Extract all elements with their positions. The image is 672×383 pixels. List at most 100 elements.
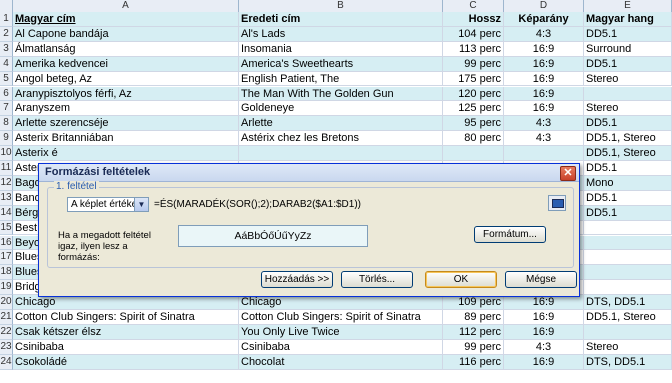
row-number[interactable]: 18: [0, 265, 13, 281]
cell-d[interactable]: 4:3: [504, 339, 584, 355]
format-button[interactable]: Formátum...: [474, 226, 546, 243]
cell-e[interactable]: [584, 250, 672, 266]
cell-b[interactable]: Arlette: [239, 116, 443, 132]
column-header-b[interactable]: B: [239, 0, 443, 12]
add-button[interactable]: Hozzáadás >>: [261, 271, 333, 288]
column-header-d[interactable]: D: [504, 0, 584, 12]
table-row[interactable]: 3 Álmatlanság Insomania 113 perc 16:9 Surroun…: [0, 41, 672, 57]
row-number[interactable]: 7: [0, 101, 13, 117]
cell-a[interactable]: Álmatlanság: [13, 41, 239, 57]
cell-c[interactable]: Hossz: [443, 12, 504, 27]
ok-button[interactable]: OK: [425, 271, 497, 288]
cancel-button[interactable]: Mégse: [505, 271, 577, 288]
cell-c[interactable]: 99 perc: [443, 339, 504, 355]
cell-b[interactable]: [239, 146, 443, 161]
cell-e[interactable]: DD5.1, Stereo: [584, 146, 672, 161]
cell-e[interactable]: DD5.1: [584, 26, 672, 42]
cell-e[interactable]: Stereo: [584, 101, 672, 117]
cell-c[interactable]: 104 perc: [443, 26, 504, 42]
cell-e[interactable]: Stereo: [584, 339, 672, 355]
table-row[interactable]: 8 Arlette szerencséje Arlette 95 perc 4:3 DD5…: [0, 116, 672, 132]
cell-e[interactable]: Stereo: [584, 71, 672, 87]
cell-e[interactable]: [584, 324, 672, 340]
cell-b[interactable]: Eredeti cím: [239, 12, 443, 27]
cell-c[interactable]: 89 perc: [443, 310, 504, 325]
column-header-c[interactable]: C: [443, 0, 504, 12]
cell-e[interactable]: DD5.1: [584, 116, 672, 132]
close-icon[interactable]: ✕: [560, 166, 576, 181]
cell-c[interactable]: 113 perc: [443, 41, 504, 57]
range-picker-icon[interactable]: [548, 195, 566, 211]
cell-b[interactable]: Insomania: [239, 41, 443, 57]
cell-b[interactable]: Chocolat: [239, 354, 443, 370]
cell-c[interactable]: 116 perc: [443, 354, 504, 370]
cell-a[interactable]: Chicago: [13, 295, 239, 310]
cell-e[interactable]: DTS, DD5.1: [584, 354, 672, 370]
row-number[interactable]: 16: [0, 235, 13, 251]
cell-e[interactable]: DD5.1: [584, 161, 672, 176]
cell-e[interactable]: [584, 86, 672, 102]
row-number[interactable]: 6: [0, 86, 13, 102]
cell-b[interactable]: Al's Lads: [239, 26, 443, 42]
cell-d[interactable]: 16:9: [504, 56, 584, 72]
cell-b[interactable]: The Man With The Golden Gun: [239, 86, 443, 102]
row-number[interactable]: 10: [0, 146, 13, 161]
chevron-down-icon[interactable]: ▼: [134, 198, 148, 211]
header-row[interactable]: 1 Magyar cím Eredeti cím Hossz Képarány Magya…: [0, 12, 672, 27]
cell-d[interactable]: 16:9: [504, 295, 584, 310]
table-row[interactable]: 7 Aranyszem Goldeneye 125 perc 16:9 Stereo: [0, 101, 672, 117]
table-row[interactable]: 4 Amerika kedvencei America's Sweethearts 9…: [0, 56, 672, 72]
cell-a[interactable]: Magyar cím: [13, 12, 239, 27]
cell-a[interactable]: Asterix Britanniában: [13, 131, 239, 147]
cell-e[interactable]: DD5.1, Stereo: [584, 310, 672, 325]
cell-a[interactable]: Angol beteg, Az: [13, 71, 239, 87]
row-number[interactable]: 8: [0, 116, 13, 132]
cell-a[interactable]: Aranypisztolyos férfi, Az: [13, 86, 239, 102]
cell-e[interactable]: DD5.1: [584, 190, 672, 206]
row-number[interactable]: 19: [0, 280, 13, 296]
row-number[interactable]: 3: [0, 41, 13, 57]
row-number[interactable]: 15: [0, 220, 13, 236]
row-number[interactable]: 24: [0, 354, 13, 370]
cell-a[interactable]: Arlette szerencséje: [13, 116, 239, 132]
cell-a[interactable]: Csak kétszer élsz: [13, 324, 239, 340]
table-row[interactable]: 10 Asterix é DD5.1, Stereo: [0, 146, 672, 161]
cell-a[interactable]: Cotton Club Singers: Spirit of Sinatra: [13, 310, 239, 325]
cell-b[interactable]: Chicago: [239, 295, 443, 310]
cell-d[interactable]: 16:9: [504, 86, 584, 102]
cell-a[interactable]: Csokoládé: [13, 354, 239, 370]
cell-a[interactable]: Csinibaba: [13, 339, 239, 355]
cell-b[interactable]: Astérix chez les Bretons: [239, 131, 443, 147]
table-row[interactable]: 20 Chicago Chicago 109 perc 16:9 DTS, DD5.1: [0, 295, 672, 310]
cell-c[interactable]: 175 perc: [443, 71, 504, 87]
cell-d[interactable]: 16:9: [504, 354, 584, 370]
cell-c[interactable]: 95 perc: [443, 116, 504, 132]
table-row[interactable]: 22 Csak kétszer élsz You Only Live Twice 11…: [0, 324, 672, 340]
cell-e[interactable]: [584, 280, 672, 296]
cell-c[interactable]: 109 perc: [443, 295, 504, 310]
cell-c[interactable]: 120 perc: [443, 86, 504, 102]
cell-e[interactable]: Mono: [584, 175, 672, 191]
cell-a[interactable]: Aranyszem: [13, 101, 239, 117]
cell-d[interactable]: 16:9: [504, 324, 584, 340]
cell-d[interactable]: 4:3: [504, 131, 584, 147]
cell-d[interactable]: 16:9: [504, 310, 584, 325]
row-number[interactable]: 1: [0, 12, 13, 27]
cell-d[interactable]: 16:9: [504, 101, 584, 117]
row-number[interactable]: 5: [0, 71, 13, 87]
cell-a[interactable]: Al Capone bandája: [13, 26, 239, 42]
cell-b[interactable]: Csinibaba: [239, 339, 443, 355]
formula-input[interactable]: =ÉS(MARADÉK(SOR();2);DARAB2($A1:$D1)): [154, 197, 496, 212]
row-number[interactable]: 11: [0, 161, 13, 176]
cell-e[interactable]: DTS, DD5.1: [584, 295, 672, 310]
row-number[interactable]: 9: [0, 131, 13, 147]
cell-e[interactable]: Magyar hang: [584, 12, 672, 27]
cell-d[interactable]: 16:9: [504, 41, 584, 57]
delete-button[interactable]: Törlés...: [341, 271, 413, 288]
cell-d[interactable]: [504, 146, 584, 161]
table-row[interactable]: 2 Al Capone bandája Al's Lads 104 perc 4:3 DD…: [0, 26, 672, 42]
table-row[interactable]: 21 Cotton Club Singers: Spirit of Sinatra…: [0, 310, 672, 325]
cell-b[interactable]: English Patient, The: [239, 71, 443, 87]
cell-a[interactable]: Asterix é: [13, 146, 239, 161]
cell-c[interactable]: 112 perc: [443, 324, 504, 340]
